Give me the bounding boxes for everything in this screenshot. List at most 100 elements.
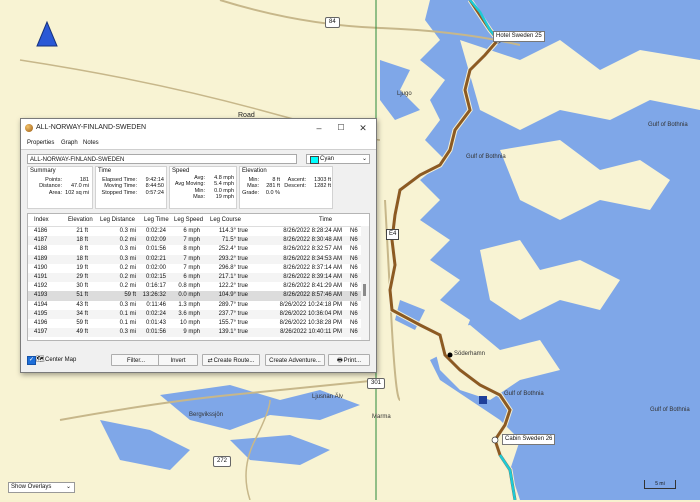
cell-leg-course: 114.3° true (219, 228, 248, 234)
create-route-label: Create Route... (213, 358, 255, 364)
speed-stats: Avg: 4.8 mph Avg Moving: 5.4 mph Min: 0.0 m… (171, 175, 234, 200)
dialog-titlebar[interactable]: ALL-NORWAY-FINLAND-SWEDEN – ☐ ✕ (21, 119, 376, 138)
waypoint-hotel[interactable]: Hotel Sweden 25 (493, 31, 545, 42)
center-map-checkbox[interactable]: ✓ (27, 356, 36, 365)
table-row[interactable]: 4190 19 ft 0.2 mi 0:02:00 7 mph 296.8° true 8/… (28, 264, 369, 273)
cell-leg-course: 252.4° true (218, 246, 248, 253)
river-label: Ljusnan Älv (312, 394, 344, 400)
cell-leg-distance: 0.3 mi (119, 255, 136, 262)
overlays-select[interactable]: Show Overlays ⌄ (8, 482, 75, 493)
col-header-leg-course[interactable]: Leg Course (210, 217, 241, 223)
center-map-label: Center Map (45, 357, 77, 363)
sea-label: Gulf of Bothnia (466, 154, 506, 160)
table-body: 4186 21 ft 0.3 mi 0:02:24 6 mph 114.3° true 8/… (28, 227, 369, 338)
col-header-leg-time[interactable]: Leg Time (144, 217, 169, 223)
cell-elevation: 29 ft (76, 273, 88, 280)
table-scrollbar[interactable] (361, 226, 369, 340)
create-route-button[interactable]: ⇄Create Route... (202, 354, 260, 366)
elevation-group: Elevation Min: 8 ft Ascent: 1303 ft Max: 281… (239, 166, 333, 209)
cell-leg-time: 0:01:56 (145, 329, 166, 336)
track-points-table[interactable]: Index Elevation Leg Distance Leg Time Le… (27, 213, 370, 341)
cell-leg-speed: 6 mph (183, 273, 200, 280)
road-shield-272: 272 (213, 456, 232, 467)
map-scale-label: 5 mi (655, 481, 665, 487)
close-button[interactable]: ✕ (356, 122, 370, 134)
color-swatch (310, 156, 319, 164)
table-row[interactable]: 4192 30 ft 0.2 mi 0:16:17 0.8 mph 122.2° true… (28, 282, 369, 291)
cell-leg-time: 0:01:43 (145, 319, 166, 326)
print-button[interactable]: 🖶Print... (328, 354, 370, 366)
cell-leg-course: 293.2° true (218, 255, 248, 262)
cell-elevation: 18 ft (76, 237, 88, 244)
speed-title: Speed (172, 168, 190, 174)
table-header: Index Elevation Leg Distance Leg Time Le… (28, 214, 369, 227)
route-icon: ⇄ (207, 358, 213, 364)
cell-elevation: 43 ft (76, 301, 88, 308)
table-row[interactable]: 4188 8 ft 0.3 mi 0:01:56 8 mph 252.4° true 8/2… (28, 245, 369, 254)
cell-leg-time: 0:01:56 (145, 246, 166, 253)
overlays-select-label: Show Overlays (11, 484, 52, 490)
elevation-key: Descent: (284, 183, 306, 190)
tab-properties[interactable]: Properties (27, 140, 54, 146)
table-row[interactable]: 4197 49 ft 0.3 mi 0:01:56 9 mph 139.1° true 8/… (28, 328, 369, 338)
cell-index: 4194 (34, 301, 48, 308)
tab-notes[interactable]: Notes (83, 140, 99, 146)
cell-time: 8/26/2022 8:39:14 AM (283, 273, 342, 280)
col-header-leg-speed[interactable]: Leg Speed (174, 217, 203, 223)
elevation-value: 1282 ft (314, 183, 331, 190)
cell-leg-distance: 0.2 mi (119, 283, 136, 290)
filter-button[interactable]: Filter... (111, 354, 161, 366)
table-row[interactable]: 4193 51 ft 59 ft 13:26:32 0.0 mph 104.9° true… (28, 291, 369, 301)
maximize-button[interactable]: ☐ (334, 122, 348, 134)
col-header-elevation[interactable]: Elevation (68, 217, 93, 223)
cell-leg-time: 0:02:24 (145, 228, 166, 234)
cell-index: 4186 (34, 228, 48, 234)
minimize-button[interactable]: – (312, 122, 326, 134)
cell-index: 4192 (34, 283, 48, 290)
scrollbar-thumb[interactable] (363, 284, 366, 296)
printer-icon: 🖶 (336, 358, 343, 364)
table-row[interactable]: 4191 29 ft 0.2 mi 0:02:15 6 mph 217.1° true 8/… (28, 272, 369, 283)
cell-leg-speed: 10 mph (179, 319, 200, 326)
col-header-leg-distance[interactable]: Leg Distance (100, 217, 135, 223)
cell-leg-distance: 0.3 mi (119, 246, 136, 253)
chevron-down-icon: ⌄ (65, 484, 71, 490)
tab-graph[interactable]: Graph (61, 140, 78, 146)
cell-index: 4195 (34, 310, 48, 317)
invert-button[interactable]: Invert (158, 354, 198, 366)
cell-elevation: 34 ft (76, 310, 88, 317)
cell-time: 8/26/2022 8:57:46 AM (283, 292, 342, 299)
elevation-stats: Min: 8 ft Ascent: 1303 ft Max: 281 ft Descent… (241, 177, 331, 196)
cell-leg-time: 0:02:00 (145, 264, 166, 271)
col-header-time[interactable]: Time (319, 217, 332, 223)
cell-leg-speed: 9 mph (183, 329, 200, 336)
cell-leg-time: 0:02:21 (145, 255, 166, 262)
cell-leg-distance: 0.3 mi (119, 228, 136, 234)
table-row[interactable]: 4186 21 ft 0.3 mi 0:02:24 6 mph 114.3° true 8/… (28, 227, 369, 236)
cell-time: 8/26/2022 8:34:53 AM (283, 255, 342, 262)
place-label: Bergvikssjön (189, 412, 224, 418)
table-row[interactable]: 4187 18 ft 0.2 mi 0:02:09 7 mph 71.5° true 8/2… (28, 236, 369, 246)
color-select[interactable]: Cyan ⌄ (306, 154, 370, 164)
table-row[interactable]: 4189 18 ft 0.3 mi 0:02:21 7 mph 293.2° true 8/… (28, 254, 369, 264)
cell-index: 4190 (34, 264, 48, 271)
cell-leg-course: 289.7° true (218, 301, 248, 308)
track-name-input[interactable]: ALL-NORWAY-FINLAND-SWEDEN (27, 154, 297, 164)
place-label: Ljugo (397, 91, 412, 97)
elevation-key: Grade: (242, 189, 259, 196)
waypoint-cabin[interactable]: Cabin Sweden 26 (502, 434, 556, 445)
cell-leg-distance: 0.2 mi (119, 264, 136, 271)
dialog-footer: ✓ 🗺 Center Map Filter... Invert ⇄Create … (25, 353, 373, 369)
table-row[interactable]: 4194 43 ft 0.3 mi 0:11:46 1.3 mph 289.7° true… (28, 301, 369, 310)
cell-elevation: 49 ft (76, 329, 88, 336)
cell-leg-course: 155.7° true (218, 319, 248, 326)
table-row[interactable]: 4196 59 ft 0.1 mi 0:01:43 10 mph 155.7° true 8… (28, 319, 369, 328)
table-row[interactable]: 4195 34 ft 0.1 mi 0:02:24 3.6 mph 237.7° true… (28, 309, 369, 319)
create-adventure-button[interactable]: Create Adventure... (265, 354, 325, 366)
summary-key: Area: (48, 189, 62, 196)
tab-bar: Properties Graph Notes (21, 138, 376, 150)
cell-elevation: 21 ft (76, 228, 88, 234)
col-header-index[interactable]: Index (34, 217, 49, 223)
cell-leg-distance: 59 ft (124, 292, 136, 299)
sea-label: Gulf of Bothnia (650, 407, 690, 413)
